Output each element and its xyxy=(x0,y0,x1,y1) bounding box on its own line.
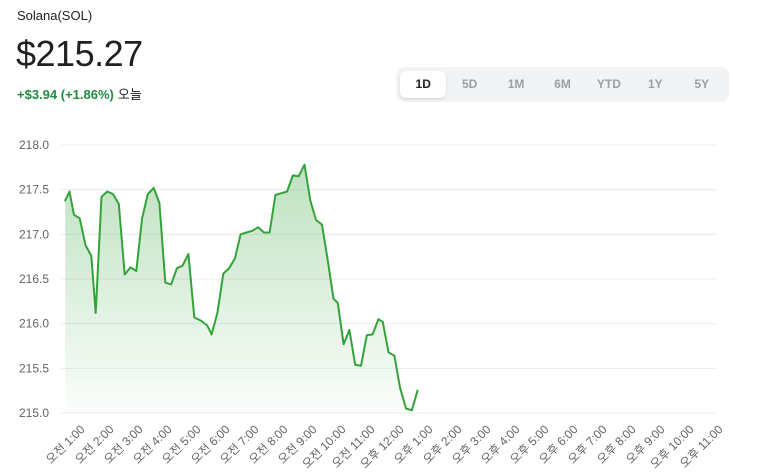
data-point xyxy=(326,258,329,261)
data-point xyxy=(176,267,178,270)
data-point xyxy=(315,219,317,221)
data-point xyxy=(112,193,114,195)
data-point xyxy=(206,324,209,327)
data-point xyxy=(280,192,283,195)
data-point xyxy=(216,312,219,314)
y-tick-label: 216.5 xyxy=(19,272,49,286)
data-point xyxy=(286,190,288,193)
data-point xyxy=(234,257,236,260)
y-tick-label: 215.5 xyxy=(19,361,49,375)
data-point xyxy=(309,199,312,202)
y-tick-label: 216.0 xyxy=(19,317,49,331)
data-point xyxy=(118,203,120,205)
data-point xyxy=(141,217,143,220)
data-point xyxy=(257,226,259,228)
data-point xyxy=(210,333,213,336)
data-point xyxy=(170,283,172,286)
data-point xyxy=(200,320,203,322)
data-point xyxy=(410,409,413,412)
data-point xyxy=(274,194,277,196)
data-point xyxy=(297,175,300,178)
data-point xyxy=(100,196,103,198)
data-point xyxy=(321,223,323,226)
data-point xyxy=(263,231,265,234)
data-point xyxy=(64,199,66,202)
data-point xyxy=(187,253,190,255)
data-point xyxy=(84,244,87,246)
data-point xyxy=(228,267,230,270)
data-point xyxy=(158,202,161,204)
data-point xyxy=(292,174,294,177)
data-point xyxy=(399,387,401,389)
data-point xyxy=(193,316,196,319)
y-tick-label: 217.5 xyxy=(19,183,49,197)
data-point xyxy=(348,329,351,331)
data-point xyxy=(371,333,374,336)
data-point xyxy=(405,407,407,410)
data-point xyxy=(68,190,71,193)
data-point xyxy=(354,363,357,366)
data-point xyxy=(135,270,138,272)
data-point xyxy=(337,302,339,304)
price-chart: 218.0217.5217.0216.5216.0215.5215.0오전 1:… xyxy=(19,138,726,471)
data-point xyxy=(342,343,345,346)
y-tick-label: 217.0 xyxy=(19,227,49,241)
data-point xyxy=(303,163,306,166)
data-point xyxy=(90,254,93,257)
data-point xyxy=(393,355,396,357)
data-point xyxy=(164,281,167,284)
data-point xyxy=(387,351,390,354)
data-point xyxy=(381,321,384,323)
data-point xyxy=(245,231,248,234)
data-point xyxy=(377,318,380,321)
data-point xyxy=(416,389,419,392)
data-point xyxy=(268,231,271,234)
y-tick-label: 218.0 xyxy=(19,138,49,152)
data-point xyxy=(78,217,81,220)
data-point xyxy=(94,312,97,314)
data-point xyxy=(239,233,242,236)
data-point xyxy=(73,213,75,216)
data-point xyxy=(251,229,254,232)
data-point xyxy=(222,272,225,275)
data-point xyxy=(147,193,149,195)
data-point xyxy=(123,273,126,276)
data-point xyxy=(181,264,184,267)
data-point xyxy=(332,297,335,300)
data-point xyxy=(129,266,132,269)
data-point xyxy=(106,190,109,193)
y-tick-label: 215.0 xyxy=(19,406,49,420)
data-point xyxy=(366,334,368,337)
data-point xyxy=(360,364,362,367)
data-point xyxy=(152,187,155,189)
